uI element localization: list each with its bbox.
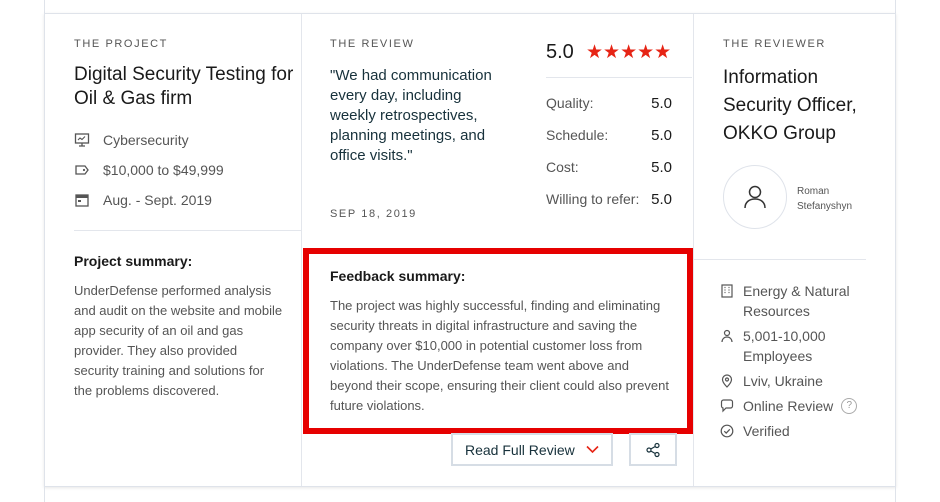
reviewer-verified: Verified (720, 421, 790, 441)
review-eyebrow: THE REVIEW (330, 38, 415, 50)
project-summary-body: UnderDefense performed analysis and audi… (74, 283, 283, 398)
feedback-summary-body: The project was highly successful, findi… (330, 298, 669, 413)
project-dates: Aug. - Sept. 2019 (74, 192, 212, 208)
rating-label: Quality: (546, 95, 594, 111)
chevron-down-icon (586, 445, 599, 454)
monitor-icon (74, 133, 90, 147)
reviewer-name: Roman Stefanyshyn (797, 186, 853, 212)
star-rating-icon: ★★★★★ (586, 42, 672, 63)
review-quote: "We had communication every day, includi… (330, 67, 492, 164)
review-date: SEP 18, 2019 (330, 208, 417, 220)
location-pin-icon (721, 374, 733, 388)
budget-label: $10,000 to $49,999 (103, 162, 224, 178)
project-category: Cybersecurity (74, 132, 189, 148)
project-divider (74, 230, 301, 231)
rating-value: 5.0 (651, 95, 672, 112)
feedback-summary-title: Feedback summary: (330, 268, 466, 284)
price-tag-icon (75, 165, 89, 175)
rating-divider (546, 77, 692, 78)
rating-label: Willing to refer: (546, 191, 640, 207)
rating-row-cost: Cost: 5.0 (546, 159, 672, 176)
user-icon (744, 185, 766, 209)
overall-rating: 5.0 (546, 41, 574, 63)
column-divider (301, 14, 302, 486)
column-divider (693, 14, 694, 486)
rating-value: 5.0 (651, 159, 672, 176)
verified-label: Verified (743, 423, 790, 439)
rating-row-quality: Quality: 5.0 (546, 95, 672, 112)
rating-row-schedule: Schedule: 5.0 (546, 127, 672, 144)
rating-label: Schedule: (546, 127, 609, 143)
dates-label: Aug. - Sept. 2019 (103, 192, 212, 208)
review-card: THE PROJECT Digital Security Testing for… (44, 13, 896, 487)
share-button[interactable] (629, 433, 677, 466)
rating-label: Cost: (546, 159, 579, 175)
category-label: Cybersecurity (103, 132, 189, 148)
location-label: Lviv, Ukraine (743, 373, 823, 389)
read-full-review-label: Read Full Review (465, 441, 575, 458)
project-eyebrow: THE PROJECT (74, 38, 168, 50)
reviewer-divider (694, 259, 866, 260)
person-icon (721, 329, 733, 343)
reviewer-industry: Energy & Natural Resources (720, 281, 870, 321)
review-type-label: Online Review (743, 398, 834, 414)
employees-label: 5,001-10,000 Employees (743, 328, 826, 364)
chat-bubble-icon (720, 399, 734, 413)
reviewer-review-type: Online Review ? (720, 396, 858, 416)
help-icon[interactable]: ? (841, 398, 858, 414)
card-top-edge (44, 0, 896, 13)
calendar-icon (75, 194, 89, 207)
check-circle-icon (720, 424, 734, 438)
read-full-review-button[interactable]: Read Full Review (451, 433, 613, 466)
rating-value: 5.0 (651, 191, 672, 208)
share-icon (646, 442, 660, 457)
project-title: Digital Security Testing for Oil & Gas f… (74, 64, 294, 109)
project-summary-title: Project summary: (74, 253, 193, 269)
industry-label: Energy & Natural Resources (743, 283, 850, 319)
rating-row-refer: Willing to refer: 5.0 (546, 191, 672, 208)
rating-value: 5.0 (651, 127, 672, 144)
avatar (723, 165, 787, 229)
card-bottom-edge (44, 487, 896, 502)
reviewer-employees: 5,001-10,000 Employees (720, 326, 870, 366)
reviewer-eyebrow: THE REVIEWER (723, 38, 826, 50)
building-icon (721, 284, 733, 298)
project-budget: $10,000 to $49,999 (74, 162, 224, 178)
reviewer-location: Lviv, Ukraine (720, 371, 823, 391)
reviewer-title: Information Security Officer, OKKO Group (723, 67, 857, 144)
